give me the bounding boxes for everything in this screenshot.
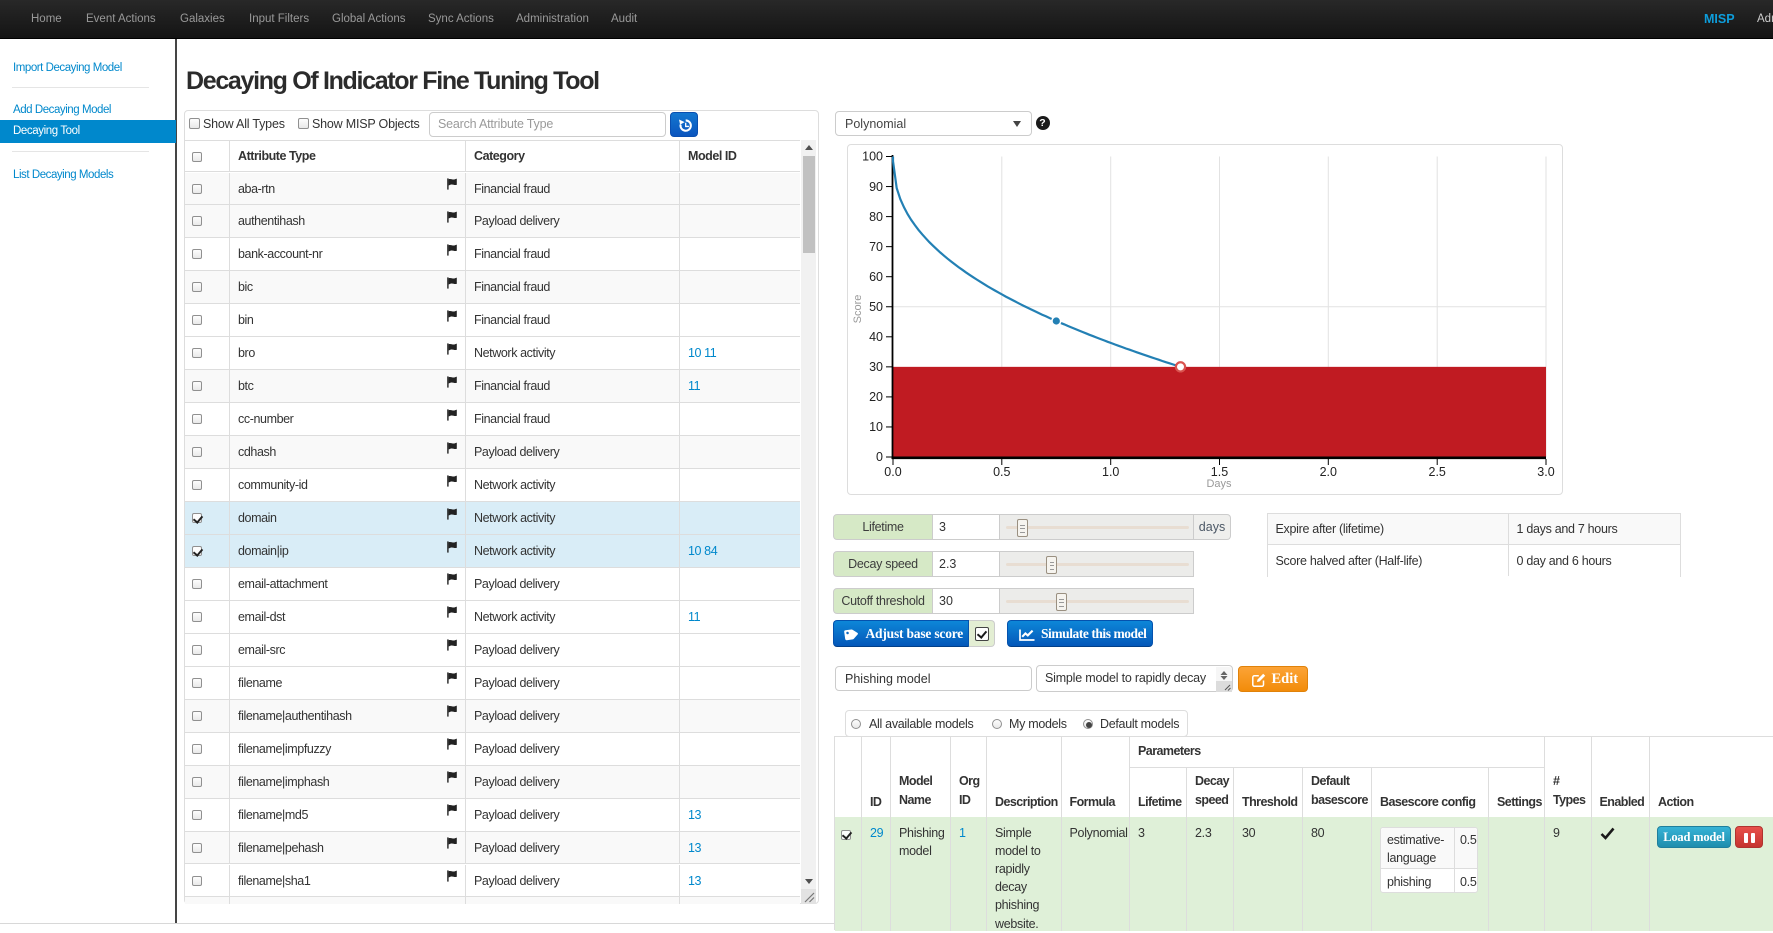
svg-text:50: 50 bbox=[869, 300, 883, 314]
svg-text:0.5: 0.5 bbox=[993, 465, 1010, 479]
svg-text:2.5: 2.5 bbox=[1429, 465, 1446, 479]
svg-text:70: 70 bbox=[869, 240, 883, 254]
svg-text:60: 60 bbox=[869, 270, 883, 284]
svg-text:0.0: 0.0 bbox=[884, 465, 901, 479]
svg-text:2.0: 2.0 bbox=[1320, 465, 1337, 479]
svg-text:Days: Days bbox=[1206, 478, 1232, 490]
svg-text:90: 90 bbox=[869, 180, 883, 194]
svg-text:40: 40 bbox=[869, 330, 883, 344]
svg-text:1.5: 1.5 bbox=[1211, 465, 1228, 479]
svg-text:100: 100 bbox=[862, 150, 883, 164]
svg-text:80: 80 bbox=[869, 210, 883, 224]
svg-text:0: 0 bbox=[876, 450, 883, 464]
svg-text:10: 10 bbox=[869, 420, 883, 434]
svg-text:1.0: 1.0 bbox=[1102, 465, 1119, 479]
svg-text:Score: Score bbox=[852, 295, 864, 324]
svg-text:3.0: 3.0 bbox=[1537, 465, 1554, 479]
svg-text:20: 20 bbox=[869, 390, 883, 404]
svg-text:30: 30 bbox=[869, 360, 883, 374]
